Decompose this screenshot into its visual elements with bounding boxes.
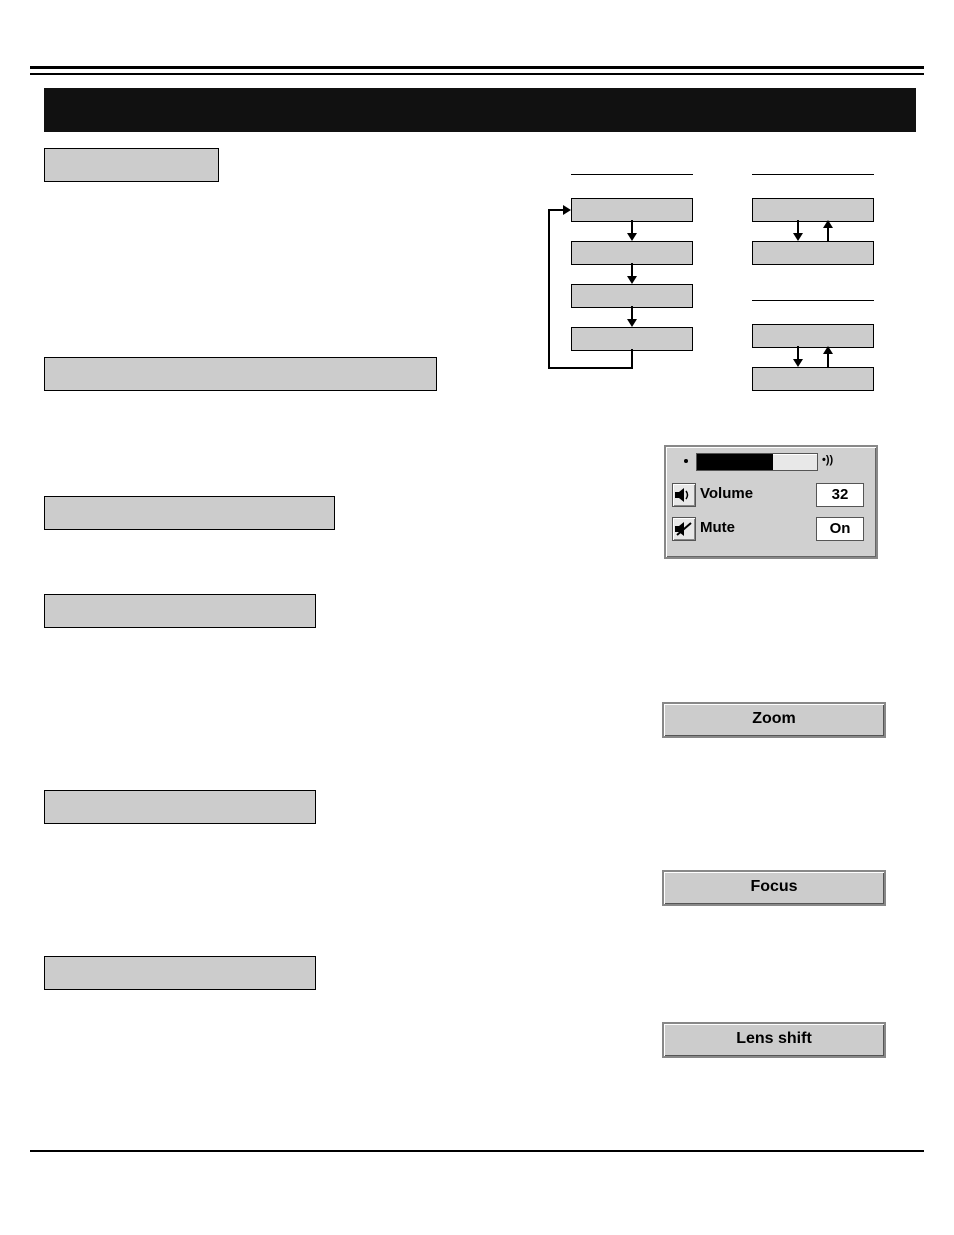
left-bar-3 bbox=[44, 496, 335, 530]
flow-col2a-header-rule bbox=[752, 174, 874, 175]
left-bar-2 bbox=[44, 357, 437, 391]
left-bar-5 bbox=[44, 790, 316, 824]
flow-col1-seg-3 bbox=[631, 306, 633, 319]
left-bar-6 bbox=[44, 956, 316, 990]
lens-shift-button[interactable]: Lens shift bbox=[662, 1022, 886, 1058]
flow-col1-arrow-1 bbox=[627, 233, 637, 241]
flow-col2a-box-2 bbox=[752, 241, 874, 265]
left-bar-1 bbox=[44, 148, 219, 182]
flow-col1-box-1 bbox=[571, 198, 693, 222]
zoom-button[interactable]: Zoom bbox=[662, 702, 886, 738]
flow-col2b-arrow-down bbox=[793, 359, 803, 367]
footer-rule bbox=[30, 1150, 924, 1152]
mute-icon bbox=[672, 517, 696, 541]
flow-col1-header-rule bbox=[571, 174, 693, 175]
flow-col2b-arrow-up bbox=[823, 346, 833, 354]
flow-col1-return-up bbox=[548, 209, 550, 369]
volume-panel: •)) Volume 32 Mute On bbox=[664, 445, 878, 559]
focus-button[interactable]: Focus bbox=[662, 870, 886, 906]
speaker-icon bbox=[672, 483, 696, 507]
flow-col2a-seg-down bbox=[797, 220, 799, 233]
flow-col1-seg-2 bbox=[631, 263, 633, 276]
top-rule-1 bbox=[30, 66, 924, 69]
flow-col1-arrow-3 bbox=[627, 319, 637, 327]
flow-col1-seg-1 bbox=[631, 220, 633, 233]
vol-radiate-icon: •)) bbox=[822, 454, 833, 466]
flow-col2a-arrow-down bbox=[793, 233, 803, 241]
mute-label: Mute bbox=[700, 519, 735, 536]
mute-value: On bbox=[816, 517, 864, 541]
flow-col1-box-3 bbox=[571, 284, 693, 308]
flow-col1-box-4 bbox=[571, 327, 693, 351]
flow-col2b-seg-up bbox=[827, 354, 829, 367]
flow-col1-return-arrow bbox=[563, 205, 571, 215]
flow-col1-return-down bbox=[631, 349, 633, 367]
page: •)) Volume 32 Mute On Zoom Focus Lens sh… bbox=[0, 0, 954, 1235]
flow-col2b-seg-down bbox=[797, 346, 799, 359]
top-rule-2 bbox=[30, 73, 924, 75]
vol-dot-left bbox=[684, 459, 688, 463]
volume-bar-fill bbox=[697, 454, 773, 470]
flow-col2b-box-2 bbox=[752, 367, 874, 391]
flow-col1-box-2 bbox=[571, 241, 693, 265]
flow-col2a-arrow-up bbox=[823, 220, 833, 228]
flow-col2b-header-rule bbox=[752, 300, 874, 301]
flow-col2a-seg-up bbox=[827, 228, 829, 241]
flow-col1-arrow-2 bbox=[627, 276, 637, 284]
flow-col2a-box-1 bbox=[752, 198, 874, 222]
left-bar-4 bbox=[44, 594, 316, 628]
section-header-bar bbox=[44, 88, 916, 132]
flow-col2b-box-1 bbox=[752, 324, 874, 348]
volume-bar-track[interactable] bbox=[696, 453, 818, 471]
volume-label: Volume bbox=[700, 485, 753, 502]
volume-value: 32 bbox=[816, 483, 864, 507]
flow-col1-return-across bbox=[548, 367, 633, 369]
